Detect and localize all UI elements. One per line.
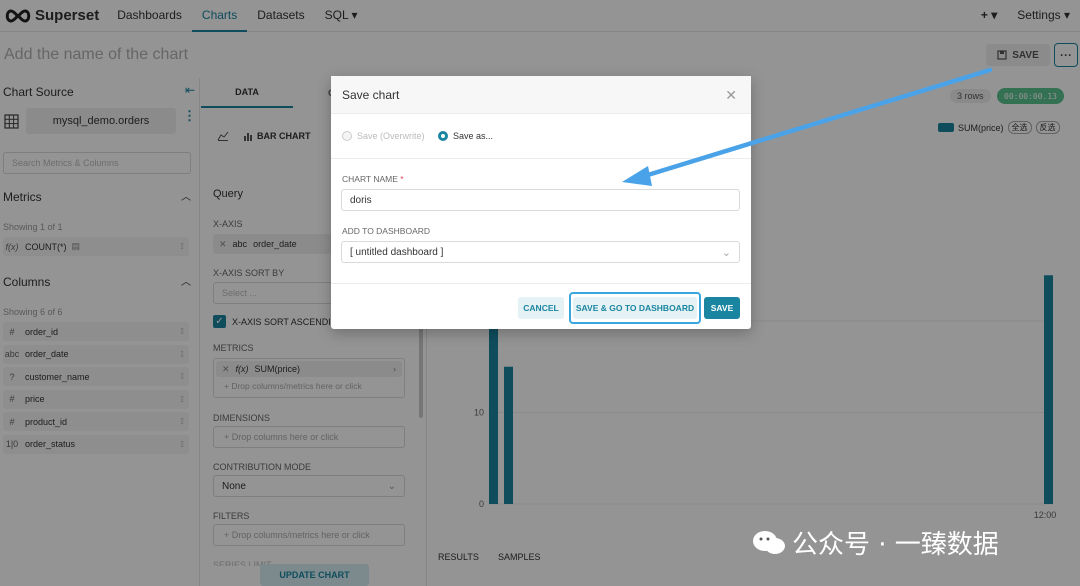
watermark-text: 公众号 · 一臻数据 (792, 530, 999, 560)
wechat-icon (753, 530, 785, 554)
annotation-arrow (622, 67, 993, 186)
watermark: 公众号 · 一臻数据 (752, 524, 999, 561)
